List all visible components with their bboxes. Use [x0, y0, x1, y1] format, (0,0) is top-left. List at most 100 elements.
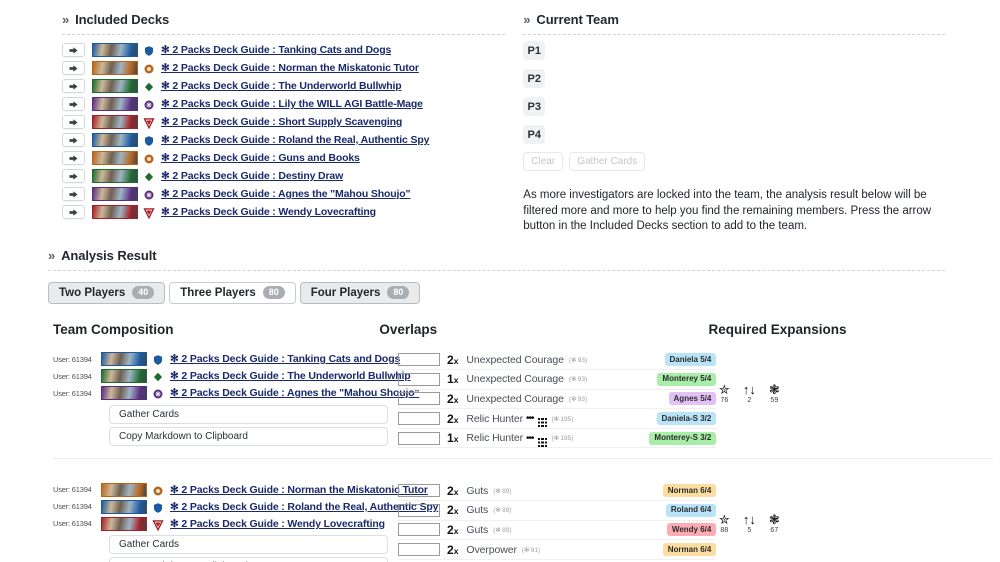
- tab-four-players[interactable]: Four Players 80: [299, 281, 421, 304]
- deck-link[interactable]: ✻ 2 Packs Deck Guide : Wendy Lovecraftin…: [161, 206, 376, 218]
- card-name: Unexpected Courage: [466, 353, 564, 366]
- team-slot-p1[interactable]: P1: [523, 41, 546, 60]
- card-name: Guts: [466, 504, 489, 517]
- section-title: Current Team: [536, 12, 619, 27]
- add-to-team-arrow-button[interactable]: [62, 79, 85, 93]
- required-expansions-column: ✮ 88 ↑↓ 5 ❃ 67: [716, 477, 945, 562]
- tab-two-players[interactable]: Two Players 40: [48, 281, 166, 304]
- gather-cards-button[interactable]: Gather Cards: [109, 404, 388, 424]
- tab-three-players[interactable]: Three Players 80: [169, 281, 296, 304]
- team-slot-p4[interactable]: P4: [523, 125, 546, 144]
- composition-row: User: 61394 ✻ 2 Packs Deck Guide : Wendy …: [53, 515, 398, 532]
- overlap-quantity: 2x: [447, 503, 458, 517]
- dunwich-icon: ↑↓: [742, 381, 756, 397]
- deck-link[interactable]: ✻ 2 Packs Deck Guide : Tanking Cats and …: [161, 44, 391, 56]
- overlap-row: 1x Relic Hunter ••• (✻ 195) Monterey-S 3/2: [398, 429, 717, 449]
- expansion-count: 76: [720, 396, 729, 404]
- card-code-number: 93: [577, 376, 586, 384]
- overlap-quantity: 2x: [447, 353, 458, 367]
- team-composition-column: User: 61394 ✻ 2 Packs Deck Guide : Tankin…: [53, 347, 420, 449]
- deck-link[interactable]: ✻ 2 Packs Deck Guide : Wendy Lovecraftin…: [170, 518, 385, 530]
- deck-row: ✻ 2 Packs Deck Guide : Short Supply Scav…: [62, 113, 505, 131]
- card-code-number: 89: [502, 526, 510, 534]
- investigator-pill: Roland 6/4: [665, 503, 717, 517]
- expansion-count: 5: [747, 527, 752, 535]
- card-name: Relic Hunter: [466, 432, 523, 445]
- deck-row: ✻ 2 Packs Deck Guide : Tanking Cats and …: [62, 41, 505, 59]
- team-buttons: Clear Gather Cards: [523, 152, 945, 171]
- expansion-item: ✮ 88: [716, 513, 732, 534]
- add-to-team-arrow-button[interactable]: [62, 169, 85, 183]
- current-team-header: » Current Team: [523, 12, 945, 27]
- gather-cards-button[interactable]: Gather Cards: [569, 152, 646, 171]
- expansion-item: ❃ 67: [766, 513, 782, 534]
- chevron-right-icon: »: [523, 12, 531, 27]
- deck-row: ✻ 2 Packs Deck Guide : Guns and Books: [62, 149, 505, 167]
- card-code: (✻ 195): [551, 415, 574, 423]
- card-code: (✻ 195): [551, 435, 574, 443]
- deck-thumbnail: [101, 482, 147, 497]
- add-to-team-arrow-button[interactable]: [62, 97, 85, 111]
- quantity-number: 2: [447, 352, 454, 367]
- add-to-team-arrow-button[interactable]: [62, 115, 85, 129]
- investigator-pill: Wendy 6/4: [666, 523, 717, 537]
- deck-link[interactable]: ✻ 2 Packs Deck Guide : Guns and Books: [161, 152, 360, 164]
- user-tag: User: 61394: [53, 371, 92, 381]
- deck-link[interactable]: ✻ 2 Packs Deck Guide : Norman the Miskat…: [161, 62, 419, 74]
- user-tag: User: 61394: [53, 354, 92, 364]
- deck-link[interactable]: ✻ 2 Packs Deck Guide : Destiny Draw: [161, 170, 343, 182]
- card-thumbnail: [398, 412, 440, 426]
- quantity-x: x: [453, 394, 459, 405]
- card-code-number: 195: [560, 435, 572, 443]
- deck-link[interactable]: ✻ 2 Packs Deck Guide : Agnes the "Mahou …: [161, 188, 411, 200]
- card-thumbnail: [398, 372, 440, 386]
- analysis-section: » Analysis Result Two Players 40 Three Pla…: [0, 248, 1000, 562]
- quantity-number: 2: [447, 503, 454, 518]
- add-to-team-arrow-button[interactable]: [62, 61, 85, 75]
- card-name: Unexpected Courage: [466, 392, 564, 405]
- deck-link[interactable]: ✻ 2 Packs Deck Guide : The Underworld Bu…: [170, 370, 411, 382]
- add-to-team-arrow-button[interactable]: [62, 43, 85, 57]
- add-to-team-arrow-button[interactable]: [62, 151, 85, 165]
- gather-cards-button[interactable]: Gather Cards: [109, 535, 388, 555]
- team-slot-p3[interactable]: P3: [523, 97, 546, 116]
- survivor-class-icon: [152, 518, 164, 532]
- deck-link[interactable]: ✻ 2 Packs Deck Guide : The Underworld Bu…: [161, 80, 402, 92]
- add-to-team-arrow-button[interactable]: [62, 133, 85, 147]
- guardian-class-icon: [143, 44, 155, 57]
- guardian-class-icon: [152, 353, 164, 366]
- rogue-class-icon: [143, 80, 155, 93]
- team-composition-column: User: 61394 ✻ 2 Packs Deck Guide : Norman…: [53, 477, 438, 562]
- card-code: (✻ 93): [568, 376, 588, 384]
- deck-row: ✻ 2 Packs Deck Guide : The Underworld Bu…: [62, 77, 505, 95]
- quantity-x: x: [453, 525, 459, 536]
- deck-thumbnail: [92, 169, 138, 183]
- deck-link[interactable]: ✻ 2 Packs Deck Guide : Agnes the "Mahou …: [170, 387, 420, 399]
- card-thumbnail: [398, 431, 440, 445]
- copy-markdown-button[interactable]: Copy Markdown to Clipboard: [109, 426, 388, 446]
- clear-button[interactable]: Clear: [523, 152, 564, 171]
- deck-link[interactable]: ✻ 2 Packs Deck Guide : Lily the WILL AGI…: [161, 98, 423, 110]
- card-code: (✻ 93): [568, 356, 588, 364]
- team-slot-p2[interactable]: P2: [523, 69, 546, 88]
- deck-link[interactable]: ✻ 2 Packs Deck Guide : Tanking Cats and …: [170, 353, 400, 365]
- card-code-number: 89: [502, 487, 510, 495]
- deck-link[interactable]: ✻ 2 Packs Deck Guide : Norman the Miskat…: [170, 484, 428, 496]
- card-thumbnail: [398, 543, 440, 557]
- composition-row: User: 61394 ✻ 2 Packs Deck Guide : Tankin…: [53, 351, 400, 368]
- deck-row: ✻ 2 Packs Deck Guide : Destiny Draw: [62, 167, 505, 185]
- xp-dots: •••: [526, 432, 534, 444]
- deck-link[interactable]: ✻ 2 Packs Deck Guide : Short Supply Scav…: [161, 116, 402, 128]
- investigator-pill: Norman 6/4: [662, 543, 717, 557]
- quantity-number: 2: [447, 391, 454, 406]
- expansion-icon-group: ✮ 76 ↑↓ 2 ❃ 59: [716, 383, 945, 404]
- included-decks-panel: » Included Decks ✻ 2 Packs Deck Guide : …: [62, 12, 506, 235]
- tab-label: Three Players: [180, 286, 256, 299]
- copy-markdown-button[interactable]: Copy Markdown to Clipboard: [109, 557, 388, 562]
- add-to-team-arrow-button[interactable]: [62, 187, 85, 201]
- deck-thumbnail: [92, 79, 138, 93]
- deck-link[interactable]: ✻ 2 Packs Deck Guide : Roland the Real, …: [161, 134, 429, 146]
- add-to-team-arrow-button[interactable]: [62, 205, 85, 219]
- composition-row: User: 61394 ✻ 2 Packs Deck Guide : Norman…: [53, 481, 428, 498]
- quantity-number: 1: [447, 372, 454, 387]
